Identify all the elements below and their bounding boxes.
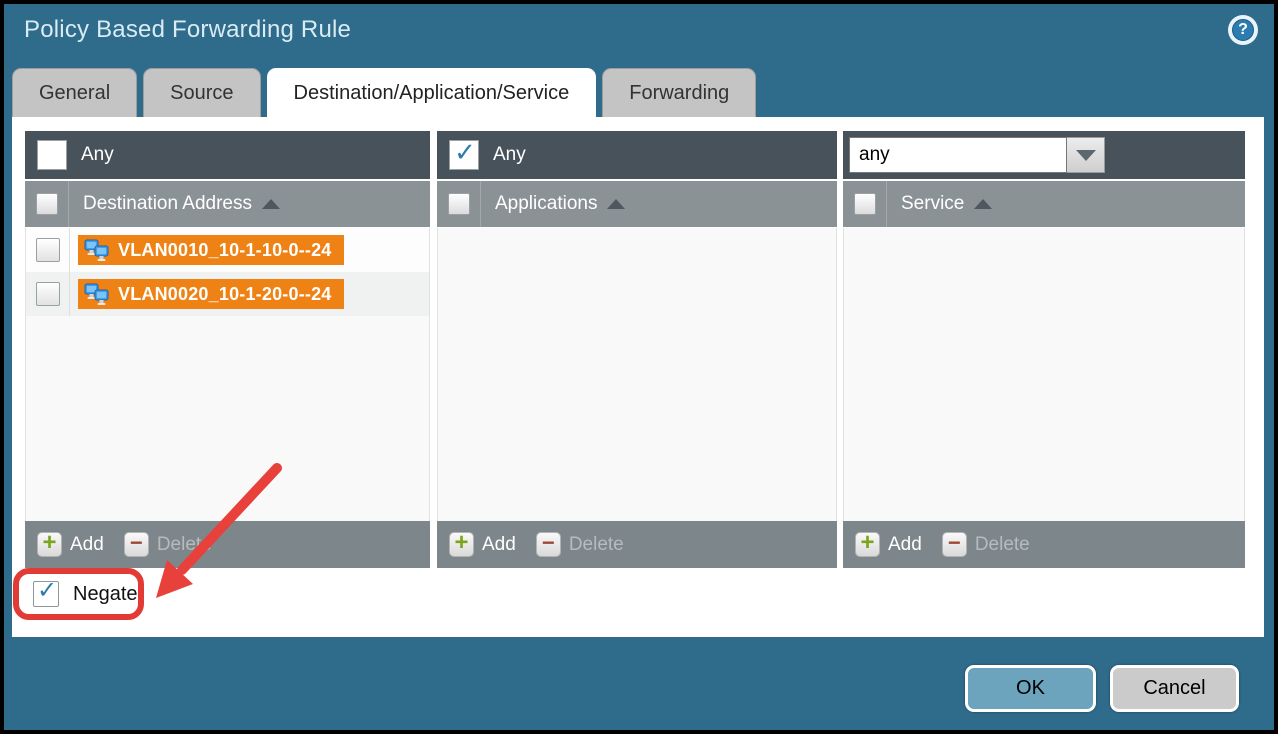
- sort-ascending-icon: [262, 199, 280, 209]
- applications-column-header[interactable]: Applications: [437, 181, 837, 227]
- destination-select-all-checkbox[interactable]: [36, 193, 58, 215]
- policy-based-forwarding-rule-dialog: Policy Based Forwarding Rule ? General S…: [0, 0, 1278, 734]
- row-checkbox[interactable]: [36, 238, 60, 262]
- cancel-button[interactable]: Cancel: [1110, 665, 1239, 712]
- destination-delete-button[interactable]: Delete: [124, 532, 212, 557]
- applications-any-checkbox[interactable]: [449, 140, 479, 170]
- question-mark-icon: ?: [1232, 19, 1254, 41]
- applications-delete-button[interactable]: Delete: [536, 532, 624, 557]
- applications-panel: Any Applications Add Delete: [437, 131, 837, 568]
- destination-address-panel: Any Destination Address: [25, 131, 430, 568]
- add-plus-icon: [449, 532, 474, 557]
- applications-any-label: Any: [493, 144, 526, 166]
- tab-destination-application-service[interactable]: Destination/Application/Service: [267, 68, 597, 117]
- destination-any-bar: Any: [25, 131, 430, 179]
- service-any-bar: any: [843, 131, 1245, 179]
- delete-minus-icon: [124, 532, 149, 557]
- destination-column-label: Destination Address: [83, 193, 252, 215]
- destination-any-checkbox[interactable]: [37, 140, 67, 170]
- service-add-button[interactable]: Add: [855, 532, 922, 557]
- destination-column-header[interactable]: Destination Address: [25, 181, 430, 227]
- delete-minus-icon: [942, 532, 967, 557]
- service-type-value[interactable]: any: [849, 137, 1067, 173]
- service-action-bar: Add Delete: [843, 521, 1245, 568]
- delete-minus-icon: [536, 532, 561, 557]
- dropdown-button[interactable]: [1067, 137, 1105, 173]
- network-address-icon: [84, 238, 110, 262]
- tab-source[interactable]: Source: [143, 68, 260, 117]
- address-object-vlan0010[interactable]: VLAN0010_10-1-10-0--24: [78, 235, 344, 265]
- negate-checkbox[interactable]: [33, 581, 59, 607]
- destination-action-bar: Add Delete: [25, 521, 430, 568]
- service-type-dropdown[interactable]: any: [849, 137, 1105, 173]
- service-panel: any Service Add Delete: [843, 131, 1245, 568]
- negate-highlight-box: Negate: [13, 568, 144, 620]
- destination-add-button[interactable]: Add: [37, 532, 104, 557]
- network-address-icon: [84, 282, 110, 306]
- applications-column-label: Applications: [495, 193, 597, 215]
- destination-any-label: Any: [81, 144, 114, 166]
- service-delete-button[interactable]: Delete: [942, 532, 1030, 557]
- applications-add-button[interactable]: Add: [449, 532, 516, 557]
- dialog-title: Policy Based Forwarding Rule: [24, 16, 351, 44]
- tab-bar: General Source Destination/Application/S…: [12, 68, 756, 117]
- help-icon[interactable]: ?: [1228, 15, 1258, 45]
- row-checkbox[interactable]: [36, 282, 60, 306]
- ok-button[interactable]: OK: [965, 665, 1096, 712]
- table-row[interactable]: VLAN0020_10-1-20-0--24: [26, 272, 429, 316]
- negate-label: Negate: [73, 583, 138, 606]
- add-plus-icon: [855, 532, 880, 557]
- add-plus-icon: [37, 532, 62, 557]
- service-list: [843, 228, 1245, 521]
- applications-action-bar: Add Delete: [437, 521, 837, 568]
- address-object-label: VLAN0010_10-1-10-0--24: [118, 240, 332, 261]
- service-select-all-checkbox[interactable]: [854, 193, 876, 215]
- tab-forwarding[interactable]: Forwarding: [602, 68, 756, 117]
- service-column-label: Service: [901, 193, 964, 215]
- tab-general[interactable]: General: [12, 68, 137, 117]
- destination-address-list: VLAN0010_10-1-10-0--24: [25, 228, 430, 521]
- applications-list: [437, 228, 837, 521]
- applications-any-bar: Any: [437, 131, 837, 179]
- table-row[interactable]: VLAN0010_10-1-10-0--24: [26, 228, 429, 272]
- applications-select-all-checkbox[interactable]: [448, 193, 470, 215]
- tab-content: Any Destination Address: [12, 117, 1264, 637]
- sort-ascending-icon: [974, 199, 992, 209]
- chevron-down-icon: [1076, 150, 1096, 161]
- service-column-header[interactable]: Service: [843, 181, 1245, 227]
- address-object-label: VLAN0020_10-1-20-0--24: [118, 284, 332, 305]
- sort-ascending-icon: [607, 199, 625, 209]
- address-object-vlan0020[interactable]: VLAN0020_10-1-20-0--24: [78, 279, 344, 309]
